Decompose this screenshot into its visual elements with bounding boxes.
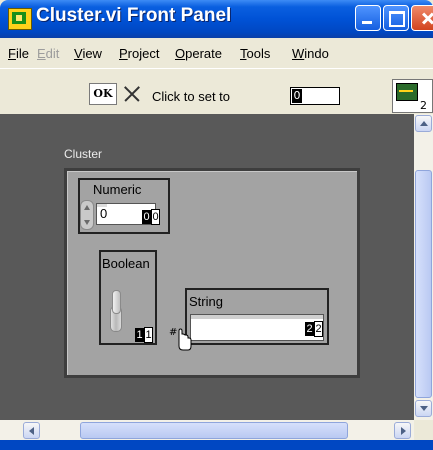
vi-icon-number: 2	[420, 99, 427, 112]
string-value-field[interactable]	[190, 314, 324, 341]
scroll-right-arrow-icon[interactable]	[394, 422, 411, 439]
menu-bar: File Edit View Project Operate Tools Win…	[0, 38, 433, 68]
title-bar[interactable]: Cluster.vi Front Panel	[0, 0, 433, 38]
menu-project[interactable]: Project	[119, 46, 159, 61]
horizontal-scroll-thumb[interactable]	[80, 422, 348, 439]
window-title: Cluster.vi Front Panel	[36, 5, 232, 26]
set-value: 0	[292, 89, 302, 103]
string-label: String	[189, 294, 223, 309]
front-panel-window: Cluster.vi Front Panel File Edit View Pr…	[0, 0, 433, 450]
ok-button[interactable]: OK	[89, 83, 117, 105]
horizontal-scrollbar[interactable]	[0, 420, 414, 440]
string-tab-order-badge: 22	[305, 321, 323, 337]
numeric-tab-order-badge: 00	[142, 209, 160, 225]
minimize-button[interactable]	[355, 5, 381, 31]
menu-view[interactable]: View	[74, 46, 102, 61]
click-to-set-label: Click to set to	[152, 89, 231, 104]
vertical-scrollbar[interactable]	[414, 114, 433, 420]
menu-operate[interactable]: Operate	[175, 46, 222, 61]
numeric-control[interactable]: Numeric 0 00	[78, 178, 170, 234]
scroll-left-arrow-icon[interactable]	[23, 422, 40, 439]
vertical-scroll-thumb[interactable]	[415, 170, 432, 398]
close-button[interactable]	[411, 5, 433, 31]
boolean-tab-order-badge: 11	[135, 327, 153, 343]
vi-screen-icon	[396, 83, 418, 101]
scroll-up-arrow-icon[interactable]	[415, 115, 432, 132]
click-to-set-value-field[interactable]: 0	[290, 87, 340, 105]
window-bottom-border	[0, 440, 433, 450]
menu-tools[interactable]: Tools	[240, 46, 270, 61]
cancel-x-icon[interactable]	[120, 82, 144, 106]
string-control[interactable]: String 22	[185, 288, 329, 345]
labview-vi-icon[interactable]	[8, 8, 32, 30]
menu-edit[interactable]: Edit	[37, 46, 59, 61]
maximize-button[interactable]	[383, 5, 409, 31]
numeric-label: Numeric	[93, 182, 142, 197]
scrollbar-corner	[414, 420, 433, 440]
numeric-control-body: 0 00	[80, 200, 168, 232]
boolean-control[interactable]: Boolean 11	[99, 250, 157, 345]
cluster-container[interactable]: Numeric 0 00 Boolean 11 String 22 #	[64, 168, 360, 378]
tab-order-cursor-icon: #	[169, 327, 192, 351]
increment-decrement-arrows[interactable]	[80, 200, 94, 230]
svg-text:#: #	[169, 327, 177, 338]
toggle-switch[interactable]	[107, 288, 125, 334]
menu-window[interactable]: Windo	[292, 46, 329, 61]
menu-file[interactable]: File	[8, 46, 29, 61]
toggle-lever	[112, 290, 121, 314]
front-panel-canvas[interactable]: Cluster Numeric 0 00 Boolean 11 String 2…	[0, 114, 414, 420]
scroll-down-arrow-icon[interactable]	[415, 400, 432, 417]
boolean-label: Boolean	[102, 256, 150, 271]
cluster-label: Cluster	[64, 147, 103, 161]
vi-icon-connector-pane[interactable]: 2	[392, 79, 433, 113]
toolbar: OK Click to set to 0 2	[0, 68, 433, 115]
